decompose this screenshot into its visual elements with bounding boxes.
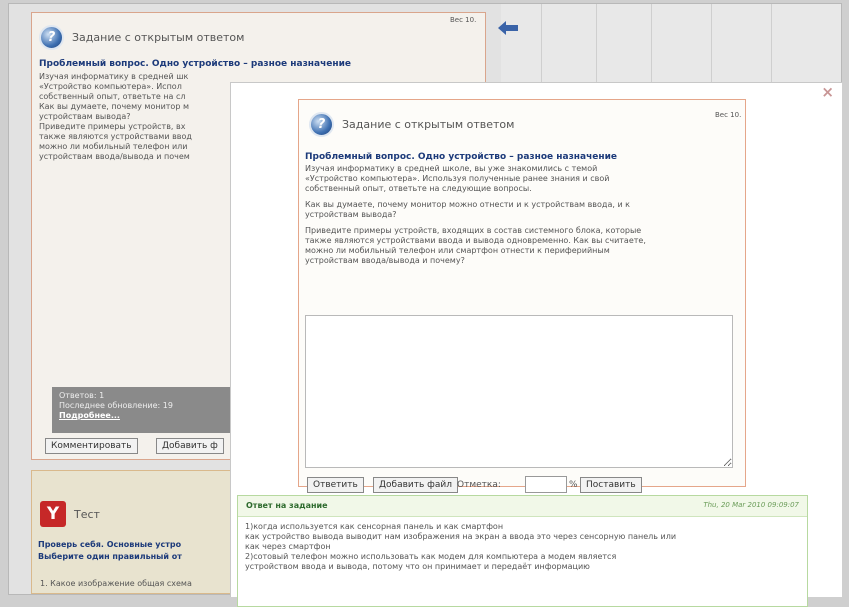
task-header-title: Задание с открытым ответом <box>72 31 245 44</box>
set-grade-button[interactable]: Поставить <box>580 477 642 493</box>
last-update: Последнее обновление: 19 <box>59 401 173 410</box>
modal-question-1: Как вы думаете, почему монитор можно отн… <box>305 200 631 219</box>
test-title: Тест <box>74 507 100 521</box>
test-heading: Проверь себя. Основные устро <box>38 540 182 549</box>
task-icon: ? <box>39 25 64 50</box>
answer-textarea[interactable] <box>305 315 733 468</box>
answers-stats: Ответов: 1 Последнее обновление: 19 Подр… <box>52 387 257 433</box>
modal-task-header: ? Задание с открытым ответом <box>309 112 514 137</box>
answer-panel-title: Ответ на задание <box>246 501 328 510</box>
grade-label: Отметка: <box>457 480 501 490</box>
task-icon: ? <box>309 112 334 137</box>
percent-label: % <box>569 480 578 490</box>
task-header: ? Задание с открытым ответом <box>39 25 244 50</box>
answers-count: Ответов: 1 <box>59 391 105 400</box>
add-file-button-background[interactable]: Добавить ф <box>156 438 224 454</box>
modal-task-card: ? Задание с открытым ответом Вес 10. Про… <box>298 99 746 493</box>
modal-task-title: Задание с открытым ответом <box>342 118 515 131</box>
answer-panel-header: Ответ на задание Thu, 20 Mar 2010 09:09:… <box>238 496 807 517</box>
modal-question-2: Приведите примеры устройств, входящих в … <box>305 226 646 265</box>
answer-date: Thu, 20 Mar 2010 09:09:07 <box>703 501 799 509</box>
answer-button[interactable]: Ответить <box>307 477 364 493</box>
grade-input[interactable] <box>525 476 567 493</box>
add-file-button[interactable]: Добавить файл <box>373 477 458 493</box>
close-icon[interactable]: × <box>821 83 834 101</box>
modal-intro-text: Изучая информатику в средней школе, вы у… <box>305 164 610 193</box>
test-question-item[interactable]: 1. Какое изображение общая схема <box>40 579 192 588</box>
question-title: Проблемный вопрос. Одно устройство – раз… <box>39 59 352 69</box>
weight-label: Вес 10. <box>450 16 477 24</box>
test-header: Y Тест <box>40 501 100 527</box>
test-card: Y Тест Проверь себя. Основные устро Выбе… <box>31 470 241 594</box>
task-modal: × ? Задание с открытым ответом Вес 10. П… <box>230 82 842 607</box>
modal-question-title: Проблемный вопрос. Одно устройство – раз… <box>305 152 618 162</box>
question-text: Изучая информатику в средней шк «Устройс… <box>39 72 192 161</box>
answer-text: 1)когда используется как сенсорная панел… <box>245 522 677 571</box>
modal-weight-label: Вес 10. <box>715 111 742 119</box>
details-link[interactable]: Подробнее... <box>59 411 250 421</box>
answer-panel: Ответ на задание Thu, 20 Mar 2010 09:09:… <box>237 495 808 607</box>
arrow-left-icon[interactable] <box>498 21 518 35</box>
test-instruction: Выберите один правильный от <box>38 552 182 561</box>
test-icon: Y <box>40 501 66 527</box>
comment-button[interactable]: Комментировать <box>45 438 138 454</box>
